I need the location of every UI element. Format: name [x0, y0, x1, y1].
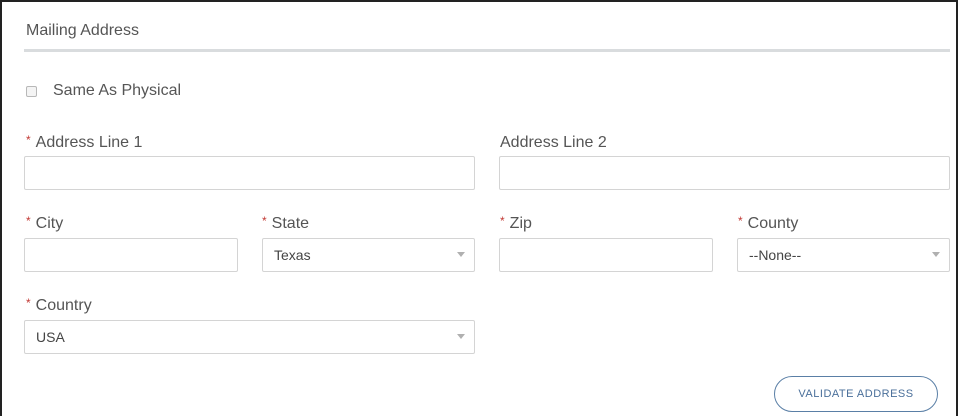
- chevron-down-icon: [457, 334, 465, 339]
- country-select[interactable]: USA: [24, 320, 475, 354]
- zip-label: * Zip: [500, 214, 532, 233]
- state-select-value: Texas: [274, 247, 311, 263]
- state-label-text: State: [271, 215, 310, 232]
- address-line-2-input[interactable]: [499, 156, 950, 190]
- mailing-address-panel: Mailing Address Same As Physical * Addres…: [0, 0, 958, 416]
- country-label-text: Country: [35, 297, 92, 314]
- required-marker: *: [262, 214, 267, 228]
- address-line-1-label-text: Address Line 1: [35, 134, 143, 151]
- address-line-1-input[interactable]: [24, 156, 475, 190]
- address-line-2-label: Address Line 2: [500, 134, 607, 151]
- chevron-down-icon: [457, 252, 465, 257]
- country-select-value: USA: [36, 329, 65, 345]
- zip-label-text: Zip: [509, 215, 532, 232]
- required-marker: *: [26, 214, 31, 228]
- same-as-physical-checkbox[interactable]: [26, 85, 37, 97]
- state-label: * State: [262, 214, 310, 233]
- address-line-1-label: * Address Line 1: [26, 133, 143, 152]
- required-marker: *: [26, 133, 31, 147]
- button-area: VALIDATE ADDRESS: [2, 2, 958, 418]
- section-title: Mailing Address: [26, 22, 139, 39]
- required-marker: *: [738, 214, 743, 228]
- chevron-down-icon: [932, 252, 940, 257]
- section-divider: [24, 49, 950, 52]
- county-select[interactable]: --None--: [737, 238, 950, 272]
- zip-input[interactable]: [499, 238, 713, 272]
- city-label-text: City: [35, 215, 64, 232]
- county-select-value: --None--: [749, 247, 802, 263]
- state-select[interactable]: Texas: [262, 238, 475, 272]
- city-label: * City: [26, 214, 64, 233]
- city-input[interactable]: [24, 238, 238, 272]
- same-as-physical-label: Same As Physical: [53, 82, 182, 99]
- county-label: * County: [738, 214, 799, 233]
- country-label: * Country: [26, 296, 92, 315]
- county-label-text: County: [747, 215, 799, 232]
- validate-address-button[interactable]: VALIDATE ADDRESS: [774, 376, 938, 412]
- same-as-physical-row[interactable]: Same As Physical: [26, 82, 181, 100]
- required-marker: *: [500, 214, 505, 228]
- required-marker: *: [26, 296, 31, 310]
